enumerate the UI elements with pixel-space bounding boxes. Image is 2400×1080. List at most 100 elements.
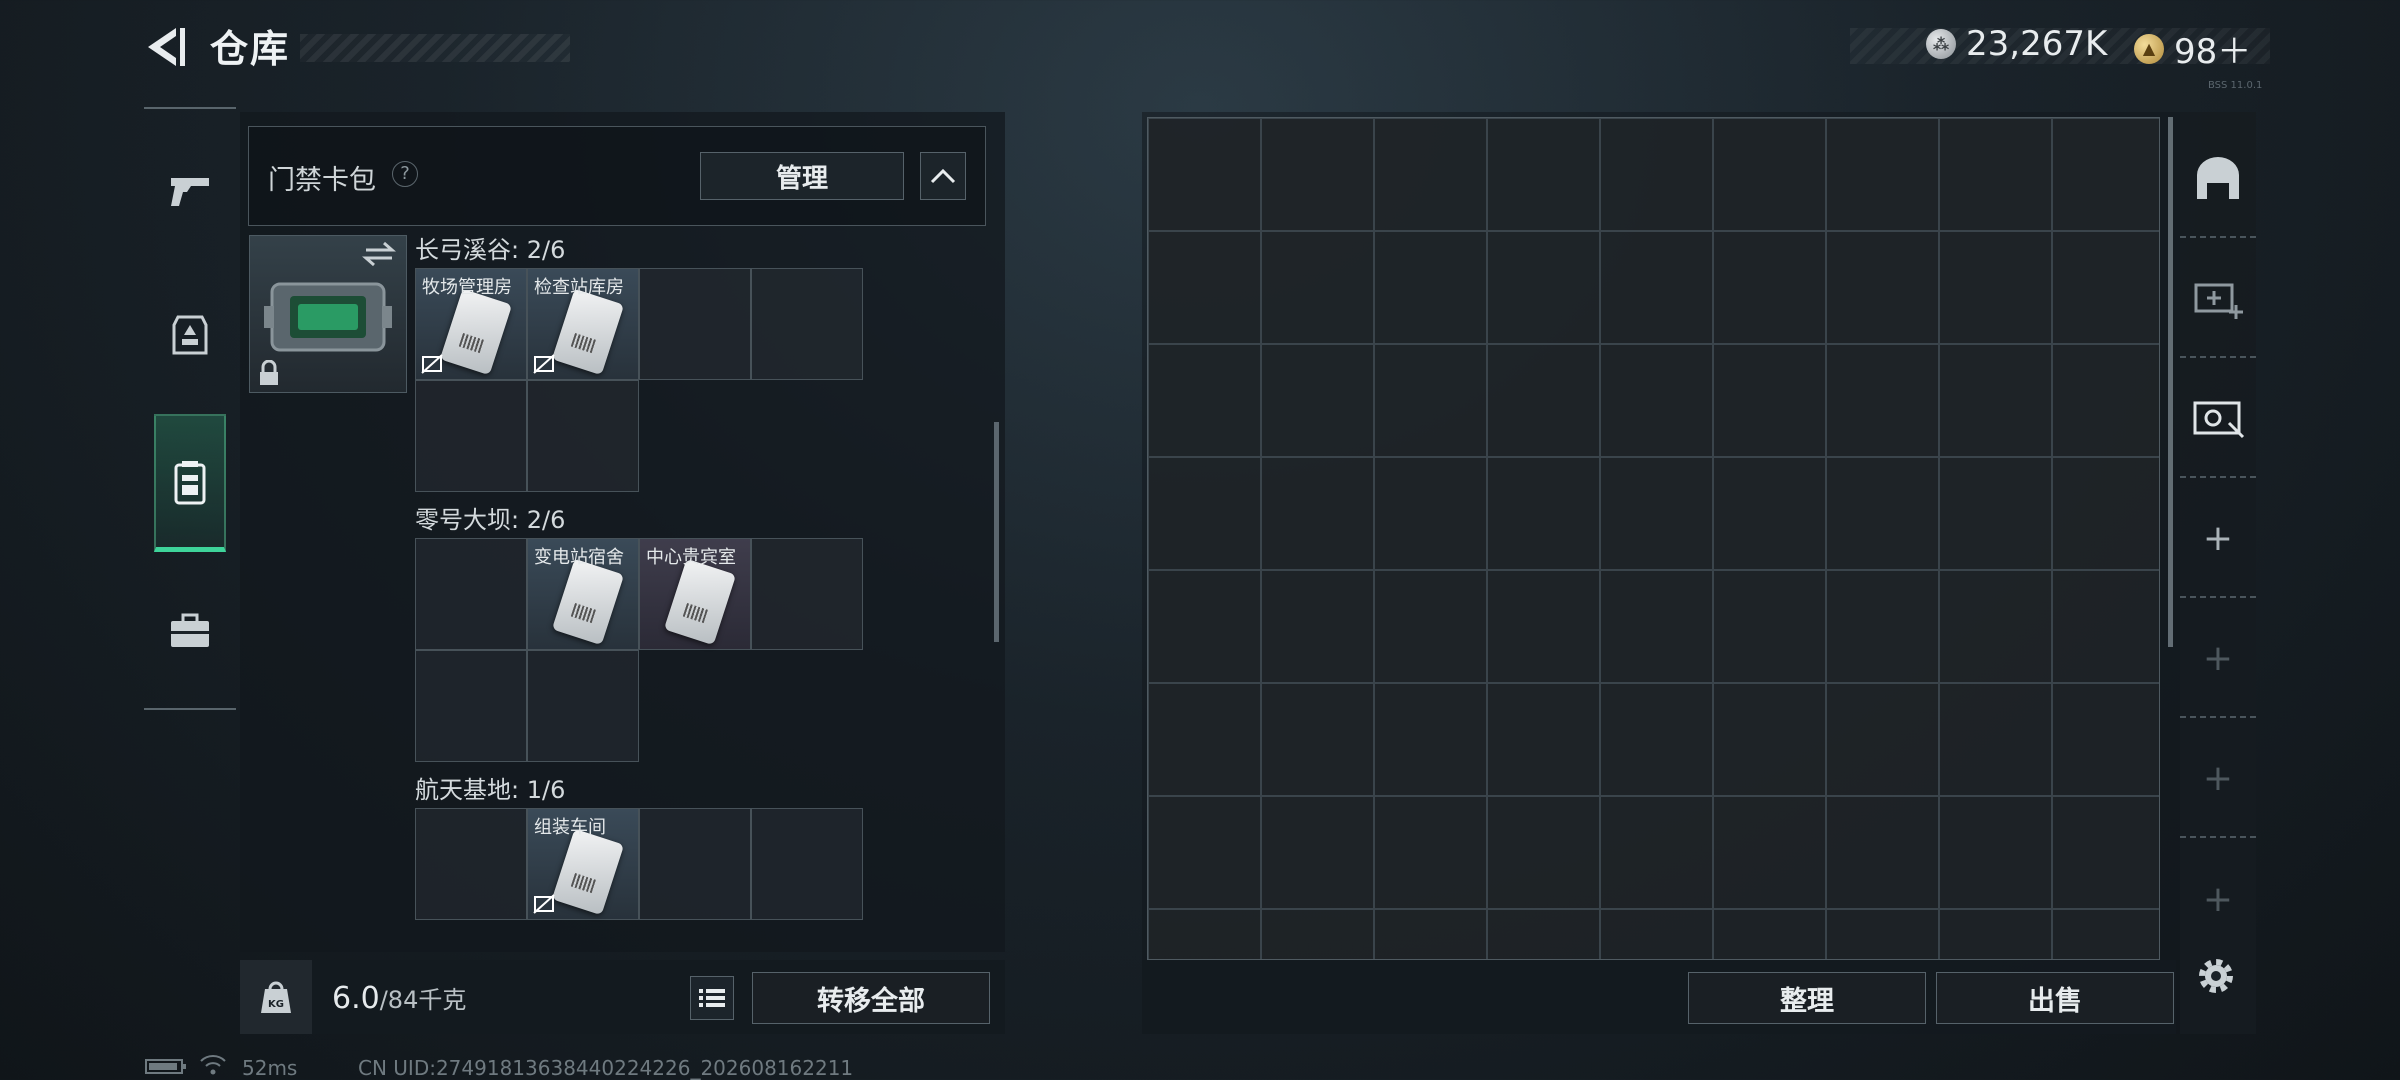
storage-cell[interactable] xyxy=(1939,231,2052,344)
storage-cell[interactable] xyxy=(1148,683,1261,796)
storage-tab-main[interactable] xyxy=(2180,120,2256,238)
storage-cell[interactable] xyxy=(1261,118,1374,231)
storage-cell[interactable] xyxy=(1600,796,1713,909)
back-button[interactable] xyxy=(140,22,190,72)
storage-cell[interactable] xyxy=(1826,231,1939,344)
keycard-slot[interactable]: 检查站库房 xyxy=(527,268,639,380)
storage-cell[interactable] xyxy=(1939,796,2052,909)
storage-cell[interactable] xyxy=(1826,457,1939,570)
storage-cell[interactable] xyxy=(1374,570,1487,683)
empty-slot[interactable] xyxy=(415,808,527,920)
storage-cell[interactable] xyxy=(1487,909,1600,959)
storage-cell[interactable] xyxy=(1148,231,1261,344)
storage-cell[interactable] xyxy=(2052,909,2159,959)
keycard-slot[interactable]: 组装车间 xyxy=(527,808,639,920)
storage-tab-keycards[interactable] xyxy=(2180,360,2256,478)
storage-cell[interactable] xyxy=(1261,570,1374,683)
swap-icon[interactable] xyxy=(362,240,396,268)
empty-slot[interactable] xyxy=(751,538,863,650)
cardpack-scrollbar[interactable] xyxy=(994,422,999,642)
storage-cell[interactable] xyxy=(2052,231,2159,344)
manage-button[interactable]: 管理 xyxy=(700,152,904,200)
storage-cell[interactable] xyxy=(1261,683,1374,796)
storage-cell[interactable] xyxy=(1487,344,1600,457)
storage-cell[interactable] xyxy=(1374,683,1487,796)
storage-cell[interactable] xyxy=(1939,457,2052,570)
storage-cell[interactable] xyxy=(1939,683,2052,796)
storage-cell[interactable] xyxy=(2052,457,2159,570)
empty-slot[interactable] xyxy=(415,650,527,762)
storage-cell[interactable] xyxy=(1713,796,1826,909)
silver-currency[interactable]: ⁂ 23,267K xyxy=(1926,24,2107,64)
sell-button[interactable]: 出售 xyxy=(1936,972,2174,1024)
storage-cell[interactable] xyxy=(1487,796,1600,909)
storage-cell[interactable] xyxy=(1713,457,1826,570)
storage-cell[interactable] xyxy=(1826,796,1939,909)
storage-cell[interactable] xyxy=(1939,570,2052,683)
storage-cell[interactable] xyxy=(1261,909,1374,959)
storage-cell[interactable] xyxy=(2052,118,2159,231)
storage-cell[interactable] xyxy=(1487,683,1600,796)
storage-cell[interactable] xyxy=(1148,344,1261,457)
storage-cell[interactable] xyxy=(1487,570,1600,683)
storage-cell[interactable] xyxy=(1148,118,1261,231)
storage-cell[interactable] xyxy=(1600,570,1713,683)
storage-cell[interactable] xyxy=(1826,683,1939,796)
storage-cell[interactable] xyxy=(1826,570,1939,683)
storage-cell[interactable] xyxy=(2052,796,2159,909)
sort-button[interactable]: 整理 xyxy=(1688,972,1926,1024)
keycard-slot[interactable]: 牧场管理房 xyxy=(415,268,527,380)
empty-slot[interactable] xyxy=(415,380,527,492)
storage-cell[interactable] xyxy=(1374,796,1487,909)
storage-cell[interactable] xyxy=(1148,457,1261,570)
storage-cell[interactable] xyxy=(1713,344,1826,457)
storage-cell[interactable] xyxy=(1600,118,1713,231)
empty-slot[interactable] xyxy=(751,808,863,920)
keycard-slot[interactable]: 中心贵宾室 xyxy=(639,538,751,650)
storage-cell[interactable] xyxy=(1939,909,2052,959)
storage-cell[interactable] xyxy=(1148,796,1261,909)
empty-slot[interactable] xyxy=(639,268,751,380)
collapse-button[interactable] xyxy=(920,152,966,200)
storage-cell[interactable] xyxy=(1374,344,1487,457)
storage-cell[interactable] xyxy=(1487,457,1600,570)
storage-cell[interactable] xyxy=(1713,231,1826,344)
rail-item-equipment[interactable] xyxy=(154,290,226,380)
empty-slot[interactable] xyxy=(415,538,527,650)
storage-cell[interactable] xyxy=(1713,570,1826,683)
storage-grid[interactable] xyxy=(1147,117,2160,960)
rail-item-misc[interactable] xyxy=(154,586,226,676)
storage-cell[interactable] xyxy=(1487,231,1600,344)
rail-item-weapons[interactable] xyxy=(154,145,226,235)
storage-cell[interactable] xyxy=(2052,683,2159,796)
storage-cell[interactable] xyxy=(1600,683,1713,796)
gold-currency[interactable]: ▲ 98＋ xyxy=(2134,24,2251,73)
empty-slot[interactable] xyxy=(527,650,639,762)
storage-cell[interactable] xyxy=(1374,457,1487,570)
storage-cell[interactable] xyxy=(1713,909,1826,959)
storage-scrollbar[interactable] xyxy=(2168,117,2173,647)
storage-cell[interactable] xyxy=(1374,231,1487,344)
storage-cell[interactable] xyxy=(1374,909,1487,959)
storage-cell[interactable] xyxy=(1600,344,1713,457)
storage-cell[interactable] xyxy=(1487,118,1600,231)
storage-cell[interactable] xyxy=(1939,118,2052,231)
empty-slot[interactable] xyxy=(751,268,863,380)
storage-cell[interactable] xyxy=(1713,683,1826,796)
storage-cell[interactable] xyxy=(1374,118,1487,231)
list-view-button[interactable] xyxy=(690,976,734,1020)
storage-cell[interactable] xyxy=(1713,118,1826,231)
storage-cell[interactable] xyxy=(1261,457,1374,570)
storage-tab-medical[interactable] xyxy=(2180,240,2256,358)
storage-cell[interactable] xyxy=(1600,231,1713,344)
storage-cell[interactable] xyxy=(1826,344,1939,457)
rail-item-keycards[interactable] xyxy=(154,414,226,552)
storage-cell[interactable] xyxy=(1600,457,1713,570)
empty-slot[interactable] xyxy=(527,380,639,492)
storage-cell[interactable] xyxy=(2052,344,2159,457)
settings-button[interactable] xyxy=(2192,952,2240,1000)
transfer-all-button[interactable]: 转移全部 xyxy=(752,972,990,1024)
storage-cell[interactable] xyxy=(1600,909,1713,959)
storage-cell[interactable] xyxy=(1148,570,1261,683)
storage-cell[interactable] xyxy=(1148,909,1261,959)
